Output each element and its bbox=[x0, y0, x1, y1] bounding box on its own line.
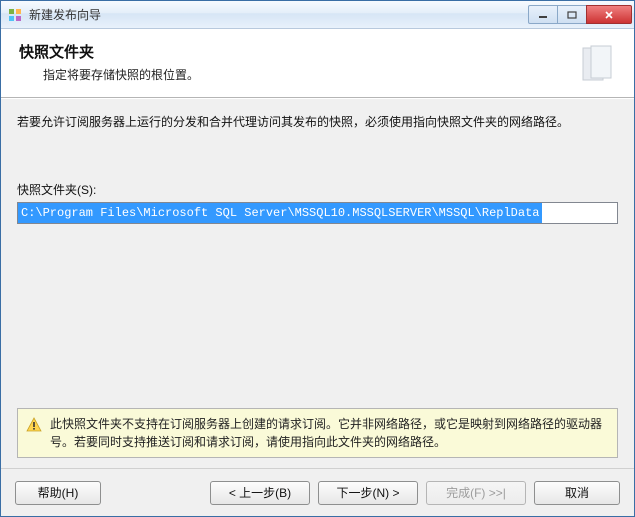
snapshot-folder-value: C:\Program Files\Microsoft SQL Server\MS… bbox=[18, 203, 542, 223]
snapshot-folder-label: 快照文件夹(S): bbox=[17, 181, 618, 198]
snapshot-folder-input[interactable]: C:\Program Files\Microsoft SQL Server\MS… bbox=[17, 202, 618, 224]
description-text: 若要允许订阅服务器上运行的分发和合并代理访问其发布的快照，必须使用指向快照文件夹… bbox=[17, 113, 618, 131]
window-title: 新建发布向导 bbox=[29, 6, 529, 23]
maximize-button[interactable] bbox=[557, 5, 587, 24]
minimize-button[interactable] bbox=[528, 5, 558, 24]
wizard-header: 快照文件夹 指定将要存储快照的根位置。 bbox=[1, 29, 634, 98]
app-icon bbox=[7, 7, 23, 23]
cancel-button[interactable]: 取消 bbox=[534, 481, 620, 505]
wizard-content: 若要允许订阅服务器上运行的分发和合并代理访问其发布的快照，必须使用指向快照文件夹… bbox=[1, 98, 634, 468]
window-controls bbox=[529, 5, 632, 24]
wizard-window: 新建发布向导 快照文件夹 指定将要存储快照的根位置。 bbox=[0, 0, 635, 517]
help-button[interactable]: 帮助(H) bbox=[15, 481, 101, 505]
header-graphic-icon bbox=[574, 41, 620, 87]
close-button[interactable] bbox=[586, 5, 632, 24]
titlebar: 新建发布向导 bbox=[1, 1, 634, 29]
header-text-block: 快照文件夹 指定将要存储快照的根位置。 bbox=[19, 41, 574, 83]
warning-box: 此快照文件夹不支持在订阅服务器上创建的请求订阅。它并非网络路径，或它是映射到网络… bbox=[17, 408, 618, 458]
page-title: 快照文件夹 bbox=[19, 41, 574, 62]
next-button[interactable]: 下一步(N) > bbox=[318, 481, 418, 505]
warning-icon bbox=[26, 417, 42, 433]
page-subtitle: 指定将要存储快照的根位置。 bbox=[43, 66, 574, 83]
wizard-footer: 帮助(H) < 上一步(B) 下一步(N) > 完成(F) >>| 取消 bbox=[1, 468, 634, 516]
finish-button[interactable]: 完成(F) >>| bbox=[426, 481, 526, 505]
warning-text: 此快照文件夹不支持在订阅服务器上创建的请求订阅。它并非网络路径，或它是映射到网络… bbox=[50, 415, 609, 451]
back-button[interactable]: < 上一步(B) bbox=[210, 481, 310, 505]
